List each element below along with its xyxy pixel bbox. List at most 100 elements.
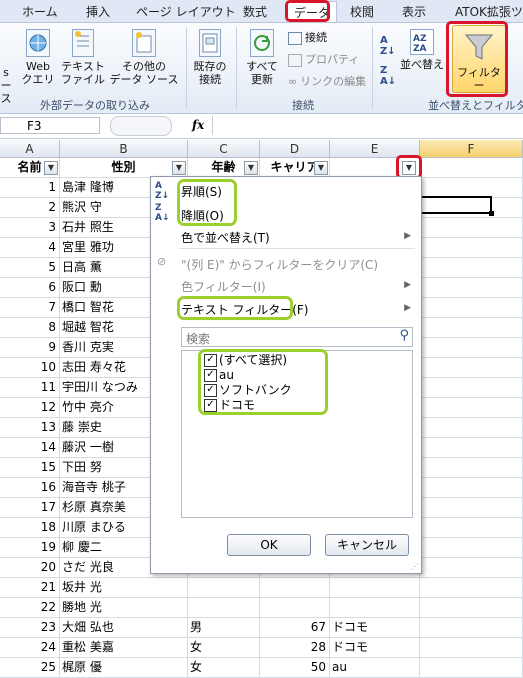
fill-handle[interactable] [489, 211, 494, 216]
name-cell[interactable]: 重松 美嘉 [60, 638, 188, 658]
row-number-cell[interactable]: 4 [0, 238, 60, 258]
empty-cell[interactable] [420, 478, 523, 498]
row-number-cell[interactable]: 1 [0, 178, 60, 198]
tab-home[interactable]: ホーム [22, 3, 58, 20]
menu-clear-filter[interactable]: "(列 E)" からフィルターをクリア(C) [181, 256, 378, 273]
empty-cell[interactable] [420, 318, 523, 338]
name-cell[interactable]: 大畑 弘也 [60, 618, 188, 638]
name-cell[interactable]: 勝地 光 [60, 598, 188, 618]
tab-page-layout[interactable]: ページ レイアウト [136, 3, 236, 20]
empty-cell[interactable] [420, 538, 523, 558]
age-cell[interactable]: 67 [260, 618, 330, 638]
empty-cell[interactable] [420, 578, 523, 598]
sex-cell[interactable]: 女 [188, 658, 260, 678]
column-header-f[interactable]: F [420, 140, 523, 158]
row-number-cell[interactable]: 24 [0, 638, 60, 658]
tab-insert[interactable]: 挿入 [86, 3, 110, 20]
sex-cell[interactable] [188, 578, 260, 598]
row-number-cell[interactable]: 13 [0, 418, 60, 438]
empty-cell[interactable] [420, 638, 523, 658]
empty-cell[interactable] [420, 558, 523, 578]
refresh-all-button[interactable]: すべて 更新 [242, 29, 282, 86]
name-box[interactable]: F3 [0, 117, 100, 134]
row-number-cell[interactable]: 6 [0, 278, 60, 298]
tab-review[interactable]: 校閲 [350, 3, 374, 20]
tab-formulas[interactable]: 数式 [243, 3, 267, 20]
name-cell[interactable]: 梶原 優 [60, 658, 188, 678]
row-number-cell[interactable]: 21 [0, 578, 60, 598]
age-cell[interactable]: 28 [260, 638, 330, 658]
row-number-cell[interactable]: 22 [0, 598, 60, 618]
resize-grip-icon[interactable]: ⋰ [411, 562, 419, 571]
empty-cell[interactable] [420, 298, 523, 318]
row-number-cell[interactable]: 3 [0, 218, 60, 238]
web-query-button[interactable]: Web クエリ [20, 29, 56, 86]
empty-cell[interactable] [420, 358, 523, 378]
row-number-cell[interactable]: 16 [0, 478, 60, 498]
row-number-cell[interactable]: 25 [0, 658, 60, 678]
filter-dropdown-a[interactable]: ▼ [44, 161, 58, 175]
row-number-cell[interactable]: 5 [0, 258, 60, 278]
active-cell-f3[interactable] [420, 196, 492, 214]
filter-search-box[interactable]: 検索 ⚲ [181, 327, 413, 347]
row-number-cell[interactable]: 12 [0, 398, 60, 418]
row-number-cell[interactable]: 15 [0, 458, 60, 478]
formula-input[interactable] [212, 116, 523, 135]
age-cell[interactable]: 50 [260, 658, 330, 678]
empty-cell[interactable] [420, 178, 523, 198]
ok-button[interactable]: OK [227, 534, 311, 556]
row-number-cell[interactable]: 7 [0, 298, 60, 318]
column-header-c[interactable]: C [188, 140, 260, 158]
sex-cell[interactable]: 男 [188, 618, 260, 638]
menu-color-filter[interactable]: 色フィルター(I) [181, 278, 266, 295]
filter-dropdown-c[interactable]: ▼ [244, 161, 258, 175]
empty-cell[interactable] [420, 438, 523, 458]
empty-cell[interactable] [420, 498, 523, 518]
empty-cell[interactable] [420, 238, 523, 258]
empty-cell[interactable] [420, 258, 523, 278]
empty-cell[interactable] [420, 338, 523, 358]
empty-cell[interactable] [420, 278, 523, 298]
row-number-cell[interactable]: 18 [0, 518, 60, 538]
cancel-button[interactable]: キャンセル [325, 534, 409, 556]
empty-cell[interactable] [420, 518, 523, 538]
carrier-cell[interactable]: au [330, 658, 420, 678]
empty-cell[interactable] [420, 398, 523, 418]
partial-button[interactable]: s ース [0, 66, 12, 105]
empty-cell[interactable] [420, 378, 523, 398]
column-header-a[interactable]: A [0, 140, 60, 158]
filter-dropdown-d[interactable]: ▼ [314, 161, 328, 175]
sort-button[interactable]: AZ ZA 並べ替え [398, 29, 446, 71]
column-header-b[interactable]: B [60, 140, 188, 158]
column-header-d[interactable]: D [260, 140, 330, 158]
row-number-cell[interactable]: 23 [0, 618, 60, 638]
row-number-cell[interactable]: 2 [0, 198, 60, 218]
row-number-cell[interactable]: 8 [0, 318, 60, 338]
name-cell[interactable]: 坂井 光 [60, 578, 188, 598]
other-sources-button[interactable]: その他の データ ソース [108, 29, 180, 86]
menu-sort-by-color[interactable]: 色で並べ替え(T) [181, 229, 270, 246]
sex-cell[interactable]: 女 [188, 638, 260, 658]
filter-dropdown-b[interactable]: ▼ [172, 161, 186, 175]
empty-cell[interactable] [420, 618, 523, 638]
carrier-cell[interactable] [330, 598, 420, 618]
text-file-button[interactable]: テキスト ファイル [60, 29, 106, 86]
connections-button[interactable]: 接続 [288, 29, 327, 45]
edit-links-button[interactable]: ∞ リンクの編集 [288, 73, 366, 89]
row-number-cell[interactable]: 20 [0, 558, 60, 578]
row-number-cell[interactable]: 17 [0, 498, 60, 518]
function-fx-icon[interactable]: fx [192, 118, 204, 132]
carrier-cell[interactable]: ドコモ [330, 638, 420, 658]
existing-connections-button[interactable]: 既存の 接続 [190, 29, 230, 86]
cell-f1[interactable] [420, 158, 523, 178]
empty-cell[interactable] [420, 658, 523, 678]
sort-az-icon[interactable]: A Z↓ [380, 35, 396, 57]
age-cell[interactable] [260, 578, 330, 598]
empty-cell[interactable] [420, 598, 523, 618]
tab-view[interactable]: 表示 [402, 3, 426, 20]
row-number-cell[interactable]: 11 [0, 378, 60, 398]
row-number-cell[interactable]: 14 [0, 438, 60, 458]
empty-cell[interactable] [420, 418, 523, 438]
empty-cell[interactable] [420, 458, 523, 478]
row-number-cell[interactable]: 9 [0, 338, 60, 358]
